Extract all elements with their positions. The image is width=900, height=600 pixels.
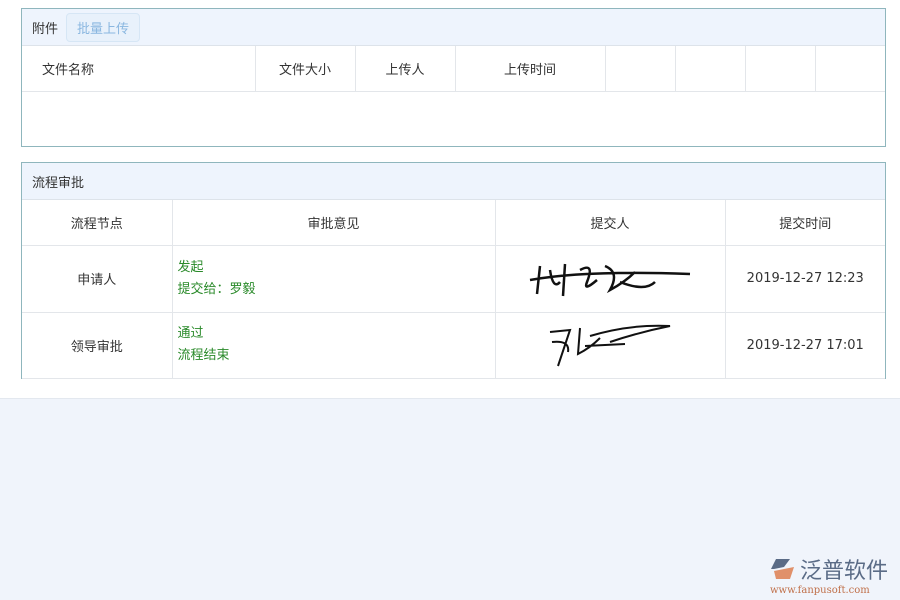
col-opinion: 审批意见 xyxy=(172,200,495,245)
opinion-line: 发起 xyxy=(178,257,495,279)
col-empty xyxy=(675,46,745,91)
col-empty xyxy=(745,46,815,91)
col-empty xyxy=(605,46,675,91)
logo-name: 泛普软件 xyxy=(800,553,888,585)
col-file-name[interactable]: 文件名称 xyxy=(22,46,255,91)
approval-section: 流程审批 流程节点 审批意见 提交人 提交时间 申请人 发起提交给：罗毅 201… xyxy=(21,162,886,379)
logo-url: www.fanpusoft.com xyxy=(770,585,888,596)
node: 申请人 xyxy=(22,245,172,312)
signature-image xyxy=(525,252,695,302)
table-row: 领导审批 通过流程结束 2019-12-27 17:01 xyxy=(22,312,885,378)
opinion-line: 流程结束 xyxy=(178,345,495,367)
fanpu-logo: 泛普软件 www.fanpusoft.com xyxy=(770,553,888,596)
col-empty xyxy=(815,46,885,91)
node: 领导审批 xyxy=(22,312,172,378)
signature-image xyxy=(540,318,680,368)
opinion-line: 提交给：罗毅 xyxy=(178,279,495,301)
content-panel: 附件 批量上传 文件名称 文件大小 上传人 上传时间 流程审批 流程节点 审批意… xyxy=(0,0,900,399)
opinion-line: 通过 xyxy=(178,323,495,345)
col-file-size[interactable]: 文件大小 xyxy=(255,46,355,91)
submit-time: 2019-12-27 17:01 xyxy=(725,312,885,378)
col-submit-time: 提交时间 xyxy=(725,200,885,245)
col-uploader[interactable]: 上传人 xyxy=(355,46,455,91)
approval-title: 流程审批 xyxy=(32,172,84,191)
col-upload-time[interactable]: 上传时间 xyxy=(455,46,605,91)
table-row: 申请人 发起提交给：罗毅 2019-12-27 12:23 xyxy=(22,245,885,312)
attachments-section: 附件 批量上传 文件名称 文件大小 上传人 上传时间 xyxy=(21,8,886,147)
attachments-title: 附件 xyxy=(32,18,58,37)
batch-upload-button[interactable]: 批量上传 xyxy=(66,13,140,42)
submit-time: 2019-12-27 12:23 xyxy=(725,245,885,312)
col-submitter: 提交人 xyxy=(495,200,725,245)
col-node: 流程节点 xyxy=(22,200,172,245)
logo-icon xyxy=(770,558,796,580)
